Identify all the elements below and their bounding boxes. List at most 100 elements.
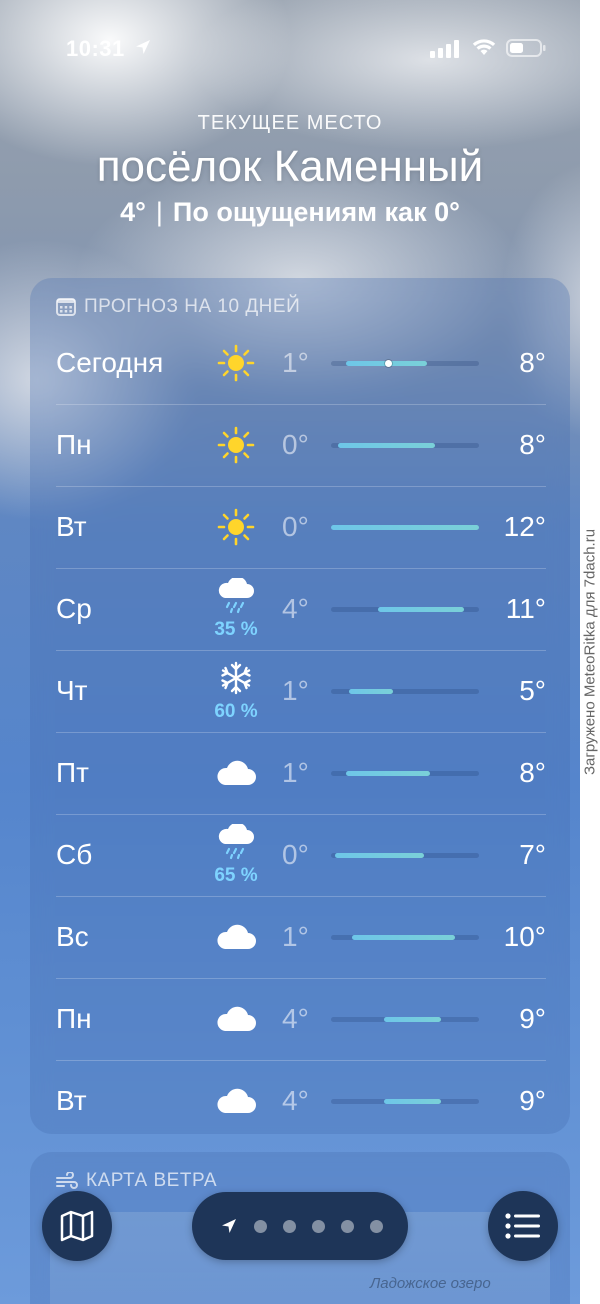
temp-range-track [331,525,479,530]
high-temp: 8° [519,757,546,788]
weather-icon-cell: 60 % [208,650,264,732]
high-temp: 11° [505,593,546,624]
forecast-row[interactable]: Пн 4° 9° [30,978,570,1060]
weather-icon-cell: 65 % [208,814,264,896]
page-dot[interactable] [370,1220,383,1233]
precip-chance: 35 % [214,619,258,640]
map-icon [60,1210,94,1242]
temp-range-track [331,360,479,367]
precip-chance: 65 % [214,865,258,886]
high-temp: 7° [519,839,546,870]
high-temp: 12° [503,511,546,542]
weather-icon-cell [208,896,264,978]
ten-day-forecast-card[interactable]: ПРОГНОЗ НА 10 ДНЕЙ Сегодня 1° 8° Пн 0° 8° Вт 0°… [30,278,570,1134]
day-label: Сб [56,839,93,870]
temp-range-track [331,1017,479,1022]
temp-range-fill [384,1099,441,1104]
forecast-row[interactable]: Вт 0° 12° [30,486,570,568]
temp-range-track [331,853,479,858]
calendar-icon [56,298,76,316]
low-temp: 0° [282,511,309,542]
weather-screen: 10:31 ТЕКУЩЕЕ МЕСТО посёлок Каменный 4° |… [0,0,580,1304]
feels-like: По ощущениям как 0° [172,197,460,227]
location-header: ТЕКУЩЕЕ МЕСТО посёлок Каменный 4° | По ощу… [0,112,580,228]
list-icon [505,1213,540,1239]
watermark-strip: Загружено MeteoRitka для 7dach.ru [580,0,600,1304]
current-temp: 4° [120,197,146,227]
low-temp: 4° [282,593,309,624]
day-label: Вс [56,921,89,952]
bottom-toolbar [0,1188,580,1264]
weather-icon-cell [208,486,264,568]
page-dot[interactable] [283,1220,296,1233]
high-temp: 10° [503,921,546,952]
low-temp: 4° [282,1003,309,1034]
day-label: Пн [56,429,92,460]
low-temp: 0° [282,429,309,460]
temp-range-fill [338,443,435,448]
map-place-label: Ладожское озеро [370,1275,491,1292]
weather-icon-cell [208,322,264,404]
cellular-signal-icon [430,40,459,58]
temp-range-fill [384,1017,441,1022]
low-temp: 4° [282,1085,309,1116]
forecast-row[interactable]: Пт 1° 8° [30,732,570,814]
forecast-row[interactable]: Ср 35 % 4° 11° [30,568,570,650]
day-label: Чт [56,675,88,706]
separator: | [155,197,163,227]
high-temp: 8° [519,347,546,378]
day-label: Пн [56,1003,92,1034]
high-temp: 9° [519,1003,546,1034]
locations-list-button[interactable] [488,1191,558,1261]
day-label: Вт [56,1085,87,1116]
battery-icon [506,39,546,57]
temp-range-track [331,689,479,694]
temp-range-track [331,607,479,612]
watermark-text: Загружено MeteoRitka для 7dach.ru [581,528,599,776]
page-indicator[interactable] [192,1192,408,1260]
city-name: посёлок Каменный [96,142,484,191]
forecast-title-text: ПРОГНОЗ НА 10 ДНЕЙ [84,296,301,317]
page-dot[interactable] [341,1220,354,1233]
wifi-icon [472,39,496,55]
location-arrow-icon [222,1219,236,1233]
page-dot[interactable] [312,1220,325,1233]
weather-icon-cell [208,732,264,814]
forecast-row[interactable]: Сегодня 1° 8° [30,322,570,404]
temp-range-fill [335,853,425,858]
page-dot[interactable] [254,1220,267,1233]
temp-range-track [331,443,479,448]
low-temp: 1° [282,675,309,706]
temp-range-fill [351,935,456,940]
status-time: 10:31 [66,36,125,61]
forecast-row[interactable]: Вт 4° 9° [30,1060,570,1142]
high-temp: 9° [519,1085,546,1116]
location-arrow-icon [136,40,150,54]
temp-range-track [331,1099,479,1104]
status-bar: 10:31 [0,32,580,64]
low-temp: 1° [282,757,309,788]
low-temp: 1° [282,347,309,378]
high-temp: 8° [519,429,546,460]
day-label: Вт [56,511,87,542]
forecast-title: ПРОГНОЗ НА 10 ДНЕЙ [56,296,300,318]
day-label: Сегодня [56,347,164,378]
high-temp: 5° [519,675,546,706]
day-label: Пт [56,757,89,788]
low-temp: 0° [282,839,309,870]
forecast-row[interactable]: Пн 0° 8° [30,404,570,486]
day-label: Ср [56,593,92,624]
current-location-label: ТЕКУЩЕЕ МЕСТО [197,112,383,134]
temp-summary: 4° | По ощущениям как 0° [0,197,580,228]
forecast-row[interactable]: Вс 1° 10° [30,896,570,978]
temp-range-fill [331,525,479,530]
weather-icon-cell [208,404,264,486]
weather-icon-cell [208,978,264,1060]
weather-icon-cell: 35 % [208,568,264,650]
map-button[interactable] [42,1191,112,1261]
forecast-row[interactable]: Чт 60 % 1° 5° [30,650,570,732]
temp-range-track [331,935,479,940]
precip-chance: 60 % [214,701,258,722]
weather-icon-cell [208,1060,264,1142]
forecast-row[interactable]: Сб 65 % 0° 7° [30,814,570,896]
